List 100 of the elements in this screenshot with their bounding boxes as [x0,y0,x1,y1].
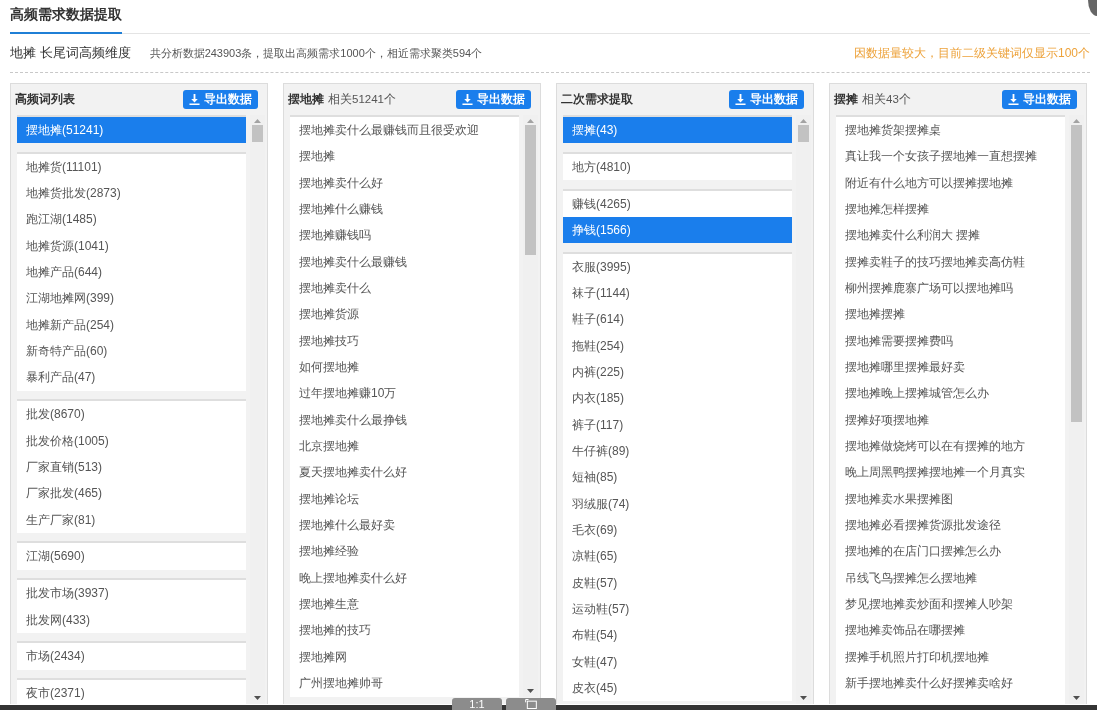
list-item: 如何摆地摊 [298,358,360,376]
list-item[interactable]: 生产厂家(81) [17,506,246,533]
scroll-down-arrow-icon[interactable] [1073,696,1080,700]
list-item: 摆地摊需要摆摊费吗 [844,332,954,350]
export-button[interactable]: 导出数据 [1002,90,1077,109]
list-item[interactable]: 皮衣(45) [563,675,792,702]
list-item: 摆地摊做烧烤可以在有摆摊的地方 [844,437,1026,455]
list-item: 摆地摊卖什么 [298,279,372,297]
list-item[interactable]: 凉鞋(65) [563,543,792,570]
list-item[interactable]: 批发网(433) [17,606,246,633]
list-item[interactable]: 江湖地摊网(399) [17,285,246,312]
list-item[interactable]: 女鞋(47) [563,648,792,676]
list-item[interactable]: 赚钱(4265) [563,190,792,217]
list-item[interactable]: 毛衣(69) [563,517,792,544]
scrollbar-thumb[interactable] [252,125,263,142]
list-item[interactable]: 地摊货(11101) [17,153,246,181]
notice-text: 因数据量较大，目前二级关键词仅显示100个 [853,44,1090,62]
page-tab[interactable]: 高频需求数据提取 [10,0,122,34]
list-item[interactable]: 暴利产品(47) [17,364,246,391]
list-item: 摆地摊卖什么最赚钱而且很受欢迎 [298,122,480,139]
list-item[interactable]: 短袖(85) [563,464,792,491]
list-item: 摆地摊技巧 [298,332,360,350]
list-item[interactable]: 批发市场(3937) [17,580,246,607]
list-item: 摆地摊摆摊 [844,306,906,324]
scroll-down-arrow-icon[interactable] [254,696,261,700]
list-item[interactable]: 内裤(225) [563,359,792,386]
list-item: 过年摆地摊赚10万 [298,385,398,403]
list-item[interactable]: 布鞋(54) [563,622,792,649]
export-button[interactable]: 导出数据 [456,90,531,109]
scroll-up-arrow-icon[interactable] [1073,119,1080,123]
list-item[interactable]: 市场(2434) [17,643,246,670]
list-item: 摆地摊的在店门口摆摊怎么办 [844,543,1002,561]
list-item: 摆地摊什么赚钱 [298,201,384,218]
export-button[interactable]: 导出数据 [729,90,804,109]
list-item: 摆摊卖鞋子的技巧摆地摊卖高仿鞋 [844,253,1026,271]
list-item: 北京摆地摊 [298,437,360,455]
list-item[interactable]: 地方(4810) [563,153,792,181]
list-item: 夏天摆地摊卖什么好 [298,464,408,482]
list-item: 附近有什么地方可以摆摊摆地摊 [844,174,1014,192]
list-item: 晚上摆地摊卖什么好 [298,569,408,587]
scroll-up-arrow-icon[interactable] [254,119,261,123]
scrollbar-thumb[interactable] [798,125,809,142]
list-item: 摆地摊生意 [298,595,360,613]
list-item: 摆地摊网 [298,648,348,666]
list-item[interactable]: 鞋子(614) [563,306,792,333]
list-item: 真让我一个女孩子摆地摊一直想摆摊 [844,148,1038,166]
list-item[interactable]: 皮鞋(57) [563,569,792,597]
keyword-label: 地摊 长尾词高频维度 [10,44,131,62]
list-item: 摆地摊货架摆摊桌 [844,122,942,139]
list-item: 摆地摊赚钱吗 [298,227,372,245]
list-item[interactable]: 批发(8670) [17,401,246,428]
scrollbar-thumb[interactable] [1071,125,1082,422]
list-item: 摆地摊晚上摆摊城管怎么办 [844,385,990,403]
list-item[interactable]: 批发价格(1005) [17,427,246,454]
scroll-down-arrow-icon[interactable] [527,689,534,693]
list-item[interactable]: 挣钱(1566) [563,217,792,244]
list-item[interactable]: 夜市(2371) [17,680,246,704]
list-item: 吊线飞鸟摆摊怎么摆地摊 [844,569,978,587]
fit-button[interactable] [506,698,556,710]
list-item: 摆地摊卖什么最赚钱 [298,253,408,271]
list-item[interactable]: 裤子(117) [563,411,792,439]
list-item[interactable]: 运动鞋(57) [563,596,792,623]
list-item[interactable]: 羽绒服(74) [563,490,792,518]
list-item[interactable]: 摆摊(43) [563,117,792,144]
list-item[interactable]: 跑江湖(1485) [17,206,246,233]
list-item: 新手摆地摊卖什么好摆摊卖啥好 [844,674,1014,692]
list-item[interactable]: 江湖(5690) [17,543,246,570]
list-item[interactable]: 拖鞋(254) [563,332,792,360]
scrollbar-thumb[interactable] [525,125,536,255]
download-icon [735,94,746,105]
scroll-up-arrow-icon[interactable] [527,119,534,123]
list-item[interactable]: 厂家直销(513) [17,453,246,481]
analysis-summary: 共分析数据243903条，提取出高频需求1000个，相近需求聚类594个 [149,45,483,61]
panel-title: 高频词列表 [15,92,75,107]
list-item[interactable]: 地摊新产品(254) [17,311,246,339]
export-button[interactable]: 导出数据 [183,90,258,109]
list-item[interactable]: 厂家批发(465) [17,480,246,507]
panel-title: 摆摊 [834,92,858,107]
list-item: 摆地摊经验 [298,543,360,561]
list-item[interactable]: 衣服(3995) [563,253,792,281]
panel-count: 相关51241个 [328,92,396,107]
list-item[interactable]: 地摊货源(1041) [17,232,246,260]
panel-title: 摆地摊 [288,92,324,107]
list-item: 摆地摊卖什么好 [298,174,384,192]
list-item[interactable]: 内衣(185) [563,385,792,412]
list-item: 摆地摊什么最好卖 [298,516,396,534]
scroll-up-arrow-icon[interactable] [800,119,807,123]
list-item: 摆摊好项摆地摊 [844,411,930,429]
list-item[interactable]: 地摊产品(644) [17,259,246,286]
panel-count: 相关43个 [862,92,911,107]
list-item: 摆地摊卖什么利润大 摆摊 [844,227,982,245]
list-item[interactable]: 牛仔裤(89) [563,438,792,465]
list-item: 摆地摊卖水果摆摊图 [844,490,954,508]
list-item[interactable]: 袜子(1144) [563,280,792,307]
scroll-down-arrow-icon[interactable] [800,696,807,700]
list-item: 摆地摊必看摆摊货源批发途径 [844,516,1002,534]
list-item: 摆摊手机照片打印机摆地摊 [844,648,990,666]
list-item[interactable]: 摆地摊(51241) [17,117,246,144]
list-item[interactable]: 地摊货批发(2873) [17,180,246,207]
list-item[interactable]: 新奇特产品(60) [17,338,246,365]
